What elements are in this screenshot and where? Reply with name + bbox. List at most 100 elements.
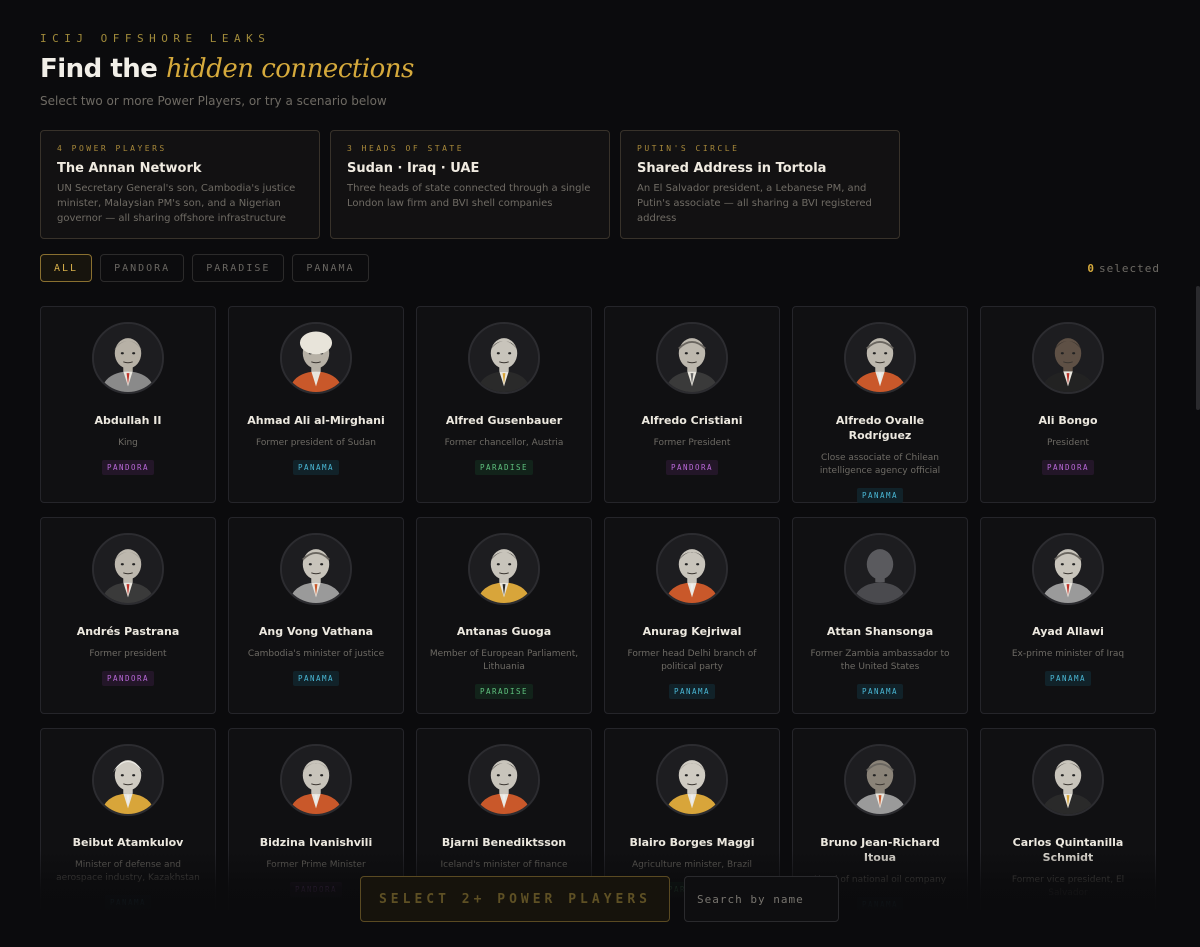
leak-badge: PANAMA bbox=[668, 684, 716, 699]
page-title: Find the hidden connections bbox=[40, 54, 414, 84]
player-role: Former president of Sudan bbox=[256, 438, 376, 448]
scenario-tag: PUTIN'S CIRCLE bbox=[637, 144, 740, 153]
player-card[interactable]: Ahmad Ali al-Mirghani Former president of… bbox=[228, 306, 404, 503]
scenario-title: Shared Address in Tortola bbox=[637, 161, 827, 176]
scenario-title: Sudan · Iraq · UAE bbox=[347, 161, 480, 176]
player-name: Ang Vong Vathana bbox=[258, 625, 374, 638]
scenario-card-annan[interactable]: 4 POWER PLAYERS The Annan Network UN Sec… bbox=[40, 130, 320, 239]
player-name: Ayad Allawi bbox=[1032, 625, 1104, 638]
scenario-card-sudan-iraq-uae[interactable]: 3 HEADS OF STATE Sudan · Iraq · UAE Thre… bbox=[330, 130, 610, 239]
scenario-tag: 3 HEADS OF STATE bbox=[347, 144, 465, 153]
player-portrait bbox=[1032, 533, 1104, 605]
scenario-description: An El Salvador president, a Lebanese PM,… bbox=[637, 183, 872, 224]
player-portrait bbox=[844, 744, 916, 816]
player-portrait bbox=[280, 533, 352, 605]
player-portrait bbox=[844, 533, 916, 605]
player-name: Alfredo Cristiani bbox=[641, 414, 743, 427]
leak-badge: PANDORA bbox=[665, 460, 719, 475]
player-name: Blairo Borges Maggi bbox=[629, 836, 755, 849]
leak-badge: PANDORA bbox=[1041, 460, 1095, 475]
selection-label: selected bbox=[1099, 262, 1160, 275]
player-role: Close associate of Chilean intelligence … bbox=[819, 453, 941, 476]
selection-counter: 0 selected bbox=[1087, 262, 1160, 275]
filter-pandora[interactable]: PANDORA bbox=[100, 254, 185, 282]
player-card[interactable]: Alfred Gusenbauer Former chancellor, Aust… bbox=[416, 306, 592, 503]
player-card[interactable]: Ali Bongo President PANDORA bbox=[980, 306, 1156, 503]
leak-badge: PANDORA bbox=[101, 671, 155, 686]
player-role: Former chancellor, Austria bbox=[444, 438, 564, 448]
player-portrait bbox=[656, 744, 728, 816]
player-portrait bbox=[468, 322, 540, 394]
player-card[interactable]: Ang Vong Vathana Cambodia's minister of j… bbox=[228, 517, 404, 714]
player-name: Alfredo Ovalle Rodríguez bbox=[835, 414, 925, 442]
select-players-button[interactable]: SELECT 2+ POWER PLAYERS bbox=[360, 876, 670, 922]
player-card[interactable]: Antanas Guoga Member of European Parliame… bbox=[416, 517, 592, 714]
player-portrait bbox=[92, 744, 164, 816]
title-lead: Find the bbox=[40, 54, 166, 84]
player-portrait bbox=[468, 533, 540, 605]
player-card[interactable]: Attan Shansonga Former Zambia ambassador … bbox=[792, 517, 968, 714]
player-role: President bbox=[1047, 438, 1089, 448]
player-card[interactable]: Andrés Pastrana Former president PANDORA bbox=[40, 517, 216, 714]
player-name: Abdullah II bbox=[94, 414, 162, 427]
player-name: Andrés Pastrana bbox=[76, 625, 180, 638]
player-name: Ahmad Ali al-Mirghani bbox=[247, 414, 385, 427]
leak-badge: PARADISE bbox=[474, 460, 534, 475]
filter-all[interactable]: ALL bbox=[40, 254, 93, 282]
leak-badge: PANAMA bbox=[856, 684, 904, 699]
player-portrait bbox=[280, 322, 352, 394]
leak-badge: PARADISE bbox=[474, 684, 534, 699]
scenario-tag: 4 POWER PLAYERS bbox=[57, 144, 167, 153]
player-name: Bidzina Ivanishvili bbox=[259, 836, 373, 849]
player-portrait bbox=[1032, 322, 1104, 394]
leak-badge: PANAMA bbox=[1044, 671, 1092, 686]
player-role: Former head Delhi branch of political pa… bbox=[627, 649, 757, 672]
leak-badge: PANAMA bbox=[292, 460, 340, 475]
player-role: Ex-prime minister of Iraq bbox=[1011, 649, 1125, 659]
player-role: Cambodia's minister of justice bbox=[247, 649, 385, 659]
scenario-title: The Annan Network bbox=[57, 161, 202, 176]
player-name: Bjarni Benediktsson bbox=[441, 836, 567, 849]
leak-badge: PANAMA bbox=[856, 488, 904, 503]
player-name: Antanas Guoga bbox=[456, 625, 552, 638]
scenario-card-tortola[interactable]: PUTIN'S CIRCLE Shared Address in Tortola… bbox=[620, 130, 900, 239]
power-player-grid: Abdullah II King PANDORA Ahmad Ali al-Mirgh… bbox=[40, 306, 1156, 925]
page-subtitle: Select two or more Power Players, or try… bbox=[40, 94, 387, 108]
filter-panama[interactable]: PANAMA bbox=[292, 254, 369, 282]
player-card[interactable]: Alfredo Cristiani Former President PANDORA bbox=[604, 306, 780, 503]
leak-badge: PANAMA bbox=[292, 671, 340, 686]
player-portrait bbox=[92, 322, 164, 394]
filter-paradise[interactable]: PARADISE bbox=[192, 254, 285, 282]
player-role: Former president bbox=[89, 649, 167, 659]
title-accent: hidden connections bbox=[165, 54, 414, 84]
player-name: Attan Shansonga bbox=[826, 625, 934, 638]
player-role: Former Zambia ambassador to the United S… bbox=[810, 649, 950, 672]
scrollbar-thumb[interactable] bbox=[1196, 286, 1200, 410]
search-input[interactable] bbox=[684, 876, 839, 922]
player-card[interactable]: Ayad Allawi Ex-prime minister of Iraq PANA… bbox=[980, 517, 1156, 714]
player-portrait bbox=[656, 533, 728, 605]
player-portrait bbox=[1032, 744, 1104, 816]
player-card[interactable]: Abdullah II King PANDORA bbox=[40, 306, 216, 503]
player-name: Anurag Kejriwal bbox=[642, 625, 742, 638]
player-role: Former President bbox=[653, 438, 731, 448]
leak-badge: PANDORA bbox=[101, 460, 155, 475]
eyebrow-label: ICIJ OFFSHORE LEAKS bbox=[40, 32, 271, 45]
player-portrait bbox=[656, 322, 728, 394]
player-name: Ali Bongo bbox=[1038, 414, 1098, 427]
player-role: Member of European Parliament, Lithuania bbox=[429, 649, 579, 672]
scenario-description: Three heads of state connected through a… bbox=[347, 183, 591, 209]
player-card[interactable]: Anurag Kejriwal Former head Delhi branch … bbox=[604, 517, 780, 714]
player-name: Beibut Atamkulov bbox=[72, 836, 184, 849]
player-role: King bbox=[118, 438, 138, 448]
player-card[interactable]: Alfredo Ovalle Rodríguez Close associate … bbox=[792, 306, 968, 503]
selection-count: 0 bbox=[1087, 262, 1096, 275]
player-portrait bbox=[468, 744, 540, 816]
player-portrait bbox=[844, 322, 916, 394]
scenario-description: UN Secretary General's son, Cambodia's j… bbox=[57, 183, 296, 224]
player-portrait bbox=[92, 533, 164, 605]
scenario-list: 4 POWER PLAYERS The Annan Network UN Sec… bbox=[40, 130, 900, 239]
player-portrait bbox=[280, 744, 352, 816]
leak-filter-bar: ALL PANDORA PARADISE PANAMA bbox=[40, 254, 369, 282]
player-name: Alfred Gusenbauer bbox=[445, 414, 563, 427]
